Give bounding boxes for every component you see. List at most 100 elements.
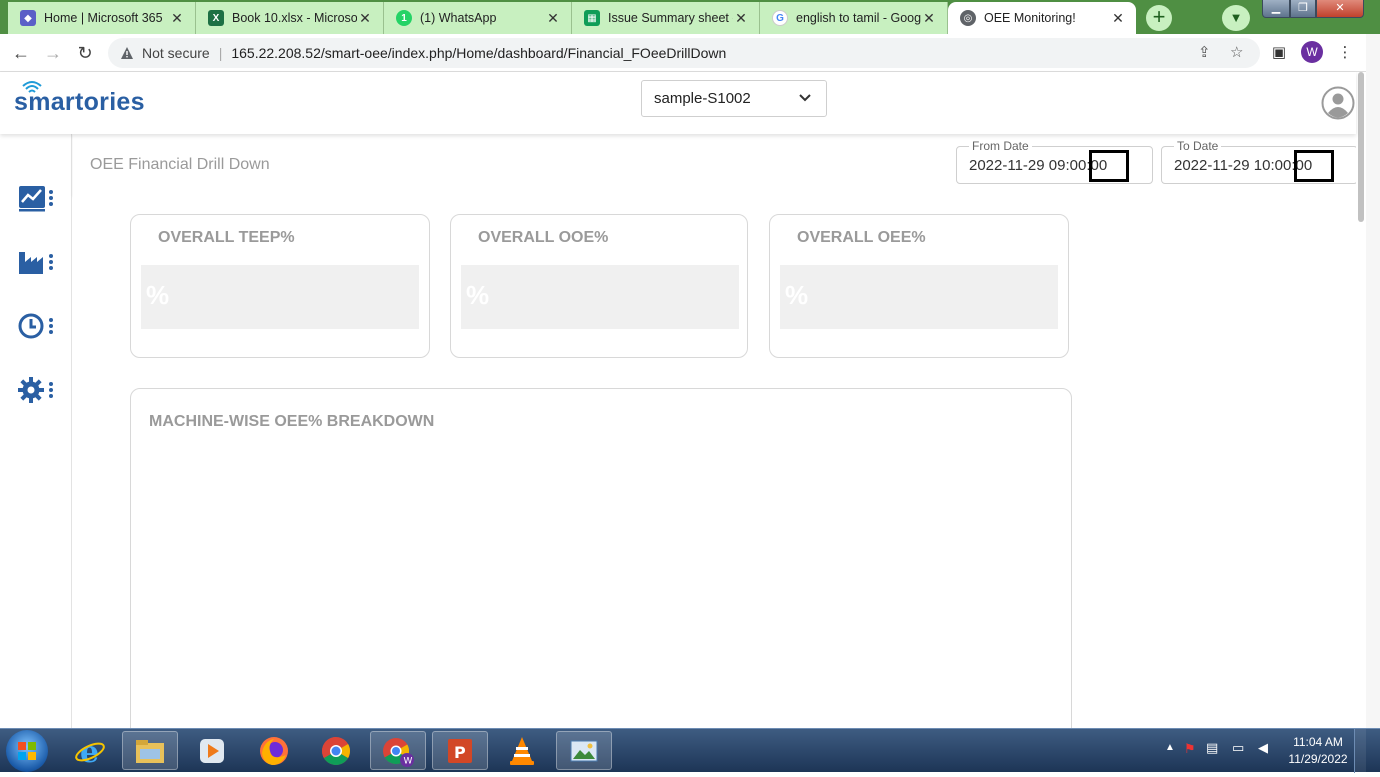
show-desktop-button[interactable] bbox=[1354, 729, 1366, 773]
close-icon[interactable]: ✕ bbox=[733, 10, 749, 27]
close-icon[interactable]: ✕ bbox=[1110, 10, 1126, 27]
analytics-icon bbox=[19, 186, 53, 212]
app-header: smartories sample-S1002 bbox=[0, 72, 1356, 134]
forward-button[interactable]: → bbox=[40, 40, 66, 66]
share-icon[interactable]: ⇪ bbox=[1198, 38, 1211, 68]
google-icon: G bbox=[772, 10, 788, 26]
powerpoint-icon: P bbox=[448, 738, 472, 763]
tab-label: Issue Summary sheet - Google Sheets bbox=[608, 11, 733, 25]
taskbar-internet-explorer[interactable]: e bbox=[62, 731, 118, 770]
factory-icon bbox=[19, 252, 53, 274]
site-selector[interactable]: sample-S1002 bbox=[641, 80, 827, 117]
browser-tab-strip: ◆ Home | Microsoft 365 ✕ X Book 10.xlsx … bbox=[0, 0, 1380, 34]
kpi-value: % bbox=[785, 280, 809, 310]
taskbar-file-explorer[interactable] bbox=[122, 731, 178, 770]
warning-icon bbox=[121, 47, 133, 59]
taskbar-clock[interactable]: 11:04 AM 11/29/2022 bbox=[1280, 734, 1356, 768]
taskbar-chrome-profile[interactable]: W bbox=[370, 731, 426, 770]
network-icon[interactable]: ▭ bbox=[1232, 740, 1244, 756]
taskbar-chrome[interactable] bbox=[308, 731, 364, 770]
reload-button[interactable]: ↻ bbox=[72, 40, 98, 66]
back-button[interactable]: ← bbox=[8, 40, 34, 66]
user-avatar-icon[interactable] bbox=[1321, 86, 1355, 120]
volume-icon[interactable]: ◀ bbox=[1258, 740, 1268, 756]
kpi-card-ooe: OVERALL OOE% % bbox=[450, 214, 748, 358]
address-bar[interactable]: Not secure | 165.22.208.52/smart-oee/ind… bbox=[108, 38, 1260, 68]
start-button[interactable] bbox=[6, 730, 48, 772]
kpi-title: OVERALL OEE% bbox=[797, 229, 926, 246]
tab-google-sheets[interactable]: ▦ Issue Summary sheet - Google Sheets ✕ bbox=[572, 2, 760, 34]
sidebar-item-history[interactable] bbox=[16, 310, 58, 342]
minimize-button[interactable]: ▁ bbox=[1262, 0, 1290, 18]
to-date-value: 2022-11-29 10:00:00 bbox=[1174, 157, 1313, 174]
kpi-card-oee: OVERALL OEE% % bbox=[769, 214, 1069, 358]
close-icon[interactable]: ✕ bbox=[357, 10, 373, 27]
chrome-icon bbox=[322, 736, 350, 765]
window-close-button[interactable]: ✕ bbox=[1316, 0, 1364, 18]
side-panel-icon[interactable]: ▣ bbox=[1270, 42, 1288, 64]
usb-device-icon[interactable]: ▤ bbox=[1206, 740, 1218, 756]
maximize-button[interactable]: ❐ bbox=[1290, 0, 1316, 18]
clock-date: 11/29/2022 bbox=[1288, 752, 1348, 766]
tab-google-search[interactable]: G english to tamil - Google Search ✕ bbox=[760, 2, 948, 34]
tab-label: (1) WhatsApp bbox=[420, 11, 497, 25]
more-menu-icon[interactable]: ⋮ bbox=[1336, 42, 1354, 64]
action-center-flag-icon[interactable]: ⚑ bbox=[1184, 741, 1196, 757]
tab-search-button[interactable]: ▼ bbox=[1222, 5, 1250, 31]
security-label: Not secure bbox=[142, 45, 210, 61]
taskbar-vlc[interactable] bbox=[494, 731, 550, 770]
windows-taskbar: e W P ▲ ⚑ ▤ ▭ ◀ 11:04 AM 11/29/2022 bbox=[0, 728, 1380, 773]
page-subheader: OEE Financial Drill Down From Date 2022-… bbox=[73, 134, 1358, 196]
tab-whatsapp[interactable]: 1 (1) WhatsApp ✕ bbox=[384, 2, 572, 34]
windows-logo-icon bbox=[18, 742, 36, 760]
globe-icon: ◎ bbox=[960, 10, 976, 26]
svg-text:e: e bbox=[80, 735, 99, 767]
tab-excel[interactable]: X Book 10.xlsx - Microsoft Excel ✕ bbox=[196, 2, 384, 34]
tab-oee-monitoring[interactable]: ◎ OEE Monitoring! ✕ bbox=[948, 2, 1136, 34]
site-selector-value: sample-S1002 bbox=[654, 90, 751, 107]
tab-microsoft365[interactable]: ◆ Home | Microsoft 365 ✕ bbox=[8, 2, 196, 34]
sidebar-item-factory[interactable] bbox=[16, 246, 58, 278]
to-date-label: To Date bbox=[1174, 139, 1222, 153]
tray-expand-icon[interactable]: ▲ bbox=[1165, 742, 1175, 753]
smartories-logo[interactable]: smartories bbox=[14, 88, 145, 117]
taskbar-firefox[interactable] bbox=[246, 731, 302, 770]
tab-label: Home | Microsoft 365 bbox=[44, 11, 163, 25]
kpi-card-teep: OVERALL TEEP% % bbox=[130, 214, 430, 358]
internet-explorer-icon: e bbox=[75, 735, 105, 767]
divider: | bbox=[218, 45, 223, 61]
from-date-value: 2022-11-29 09:00:00 bbox=[969, 157, 1108, 174]
settings-icon bbox=[18, 377, 53, 403]
whatsapp-icon: 1 bbox=[396, 10, 412, 26]
tab-label: english to tamil - Google Search bbox=[796, 11, 921, 25]
kpi-value: % bbox=[146, 280, 170, 310]
kpi-title: OVERALL OOE% bbox=[478, 229, 609, 246]
taskbar-photo-viewer[interactable] bbox=[556, 731, 612, 770]
sidebar-item-analytics[interactable] bbox=[16, 182, 58, 214]
page-scrollbar[interactable] bbox=[1356, 72, 1366, 728]
new-tab-button[interactable]: + bbox=[1146, 5, 1172, 31]
clock-time: 11:04 AM bbox=[1293, 735, 1343, 749]
close-icon[interactable]: ✕ bbox=[545, 10, 561, 27]
sidebar bbox=[0, 134, 72, 728]
highlight-box bbox=[1089, 150, 1129, 182]
arrow-right-icon: → bbox=[44, 43, 62, 63]
svg-text:W: W bbox=[404, 756, 413, 766]
profile-avatar[interactable]: W bbox=[1301, 41, 1323, 63]
star-icon[interactable]: ☆ bbox=[1230, 38, 1243, 68]
close-icon[interactable]: ✕ bbox=[169, 10, 185, 27]
browser-toolbar: ← → ↻ Not secure | 165.22.208.52/smart-o… bbox=[0, 34, 1380, 72]
chevron-down-icon bbox=[799, 94, 811, 102]
taskbar-powerpoint[interactable]: P bbox=[432, 731, 488, 770]
scrollbar-thumb[interactable] bbox=[1358, 72, 1364, 222]
sidebar-item-settings[interactable] bbox=[16, 374, 58, 406]
excel-icon: X bbox=[208, 10, 224, 26]
svg-text:P: P bbox=[454, 743, 466, 762]
taskbar-media-player[interactable] bbox=[184, 731, 240, 770]
close-icon[interactable]: ✕ bbox=[921, 10, 937, 27]
reload-icon: ↻ bbox=[77, 43, 93, 63]
tab-label: OEE Monitoring! bbox=[984, 11, 1076, 25]
window-edge bbox=[1366, 34, 1380, 728]
kpi-value: % bbox=[466, 280, 490, 310]
tab-label: Book 10.xlsx - Microsoft Excel bbox=[232, 11, 357, 25]
